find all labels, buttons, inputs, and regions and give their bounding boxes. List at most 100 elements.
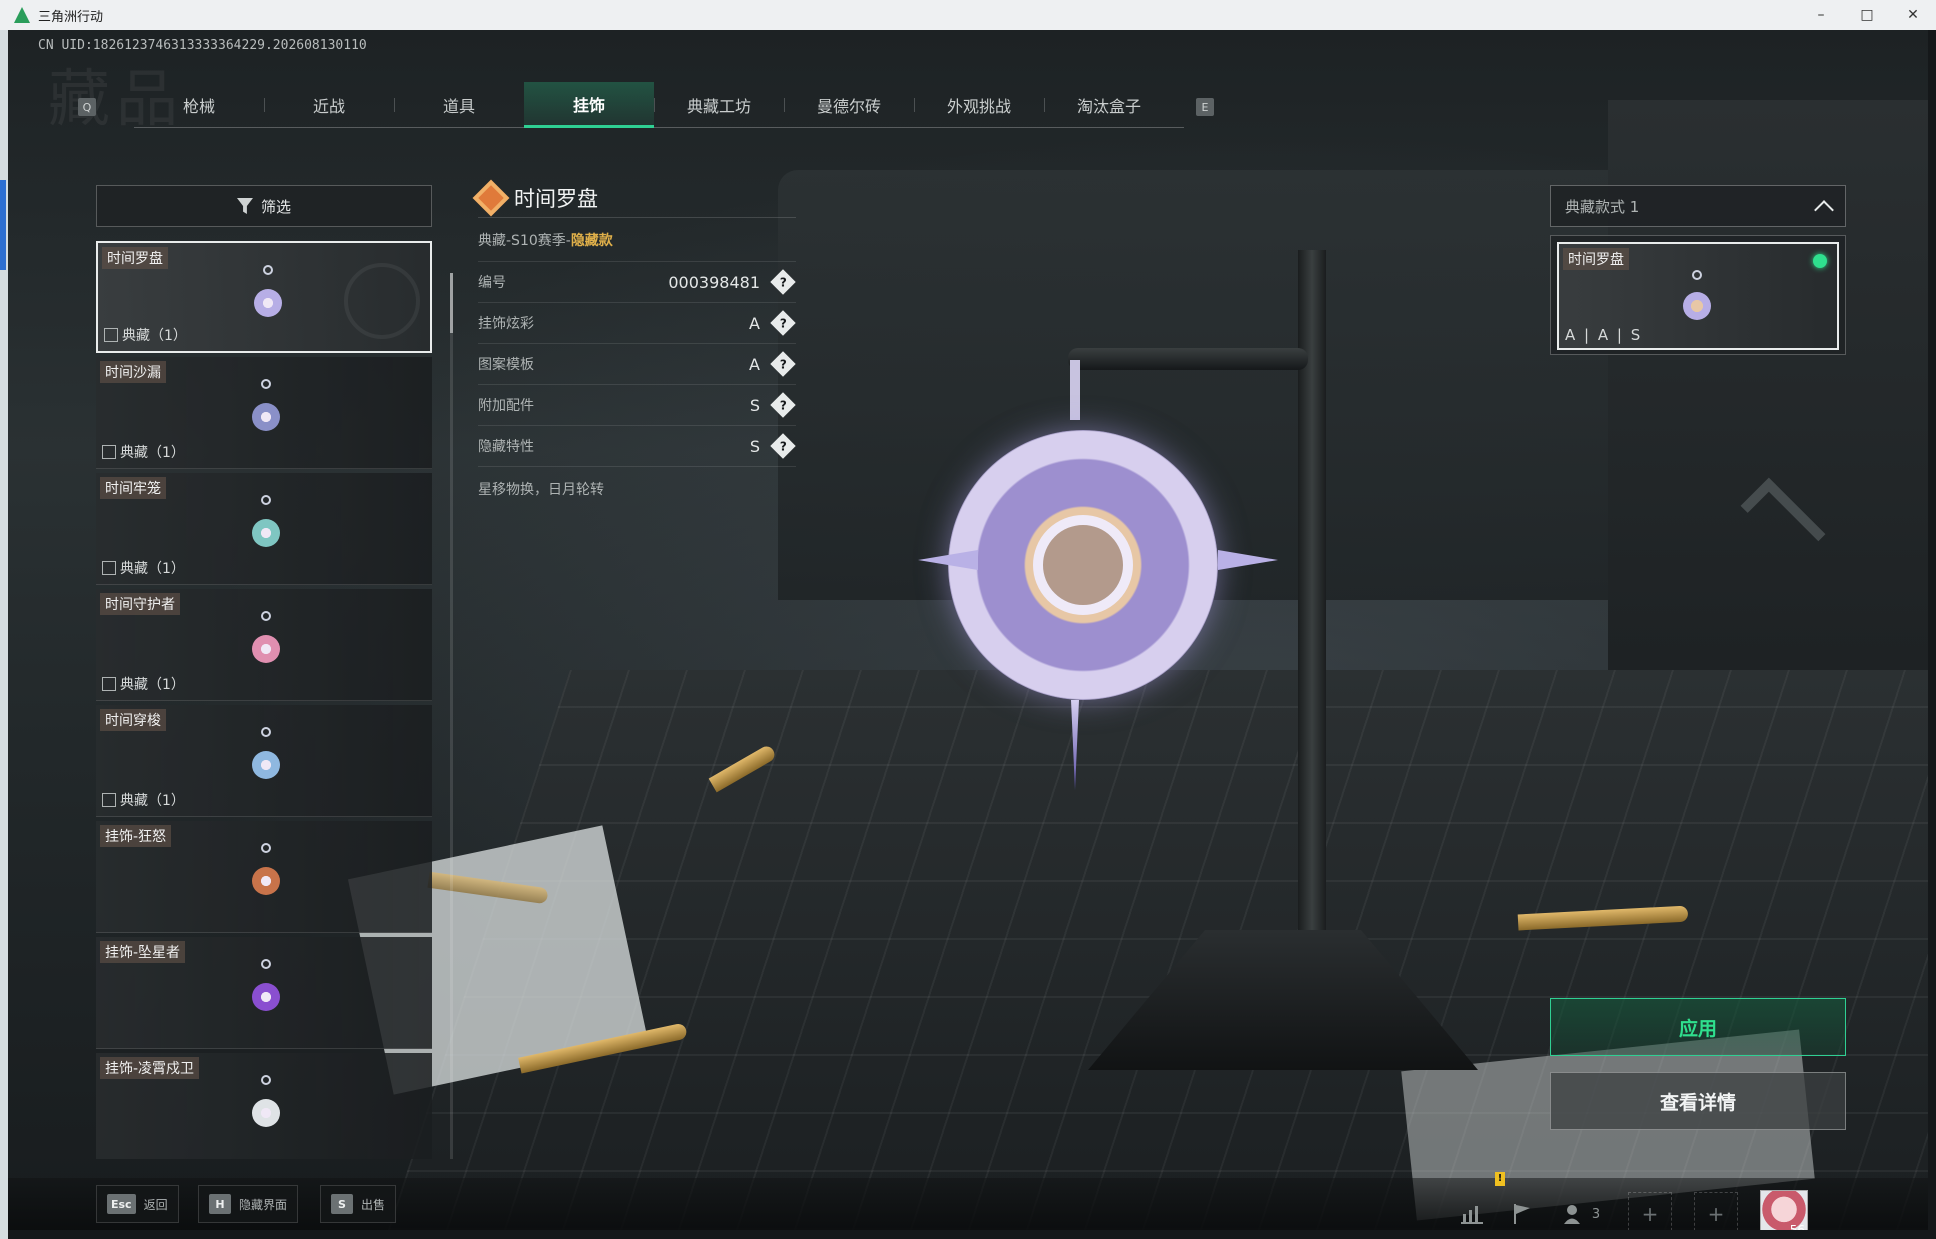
tab-mandel-bricks[interactable]: 曼德尔砖: [784, 82, 914, 128]
charm-thumbnail: [246, 727, 286, 797]
team-icon[interactable]: 3: [1558, 1200, 1606, 1228]
filter-label: 筛选: [260, 197, 291, 216]
collection-watermark-icon: [344, 263, 420, 339]
compass-spike-left: [918, 550, 978, 570]
compass-core: [1033, 515, 1133, 615]
help-glyph: ?: [779, 398, 787, 412]
collection-icon: [102, 445, 116, 459]
charm-list-item[interactable]: 挂饰-坠星者: [96, 937, 432, 1049]
window-titlebar: 三角洲行动 – □ ✕: [0, 0, 1936, 30]
charm-name: 时间守护者: [100, 593, 180, 615]
desktop-edge: [0, 30, 8, 1239]
collection-badge-label: 典藏（1）: [120, 445, 185, 461]
charm-name: 时间穿梭: [100, 709, 166, 731]
chevron-up-icon: [1814, 200, 1834, 220]
hint-sell[interactable]: S 出售: [320, 1185, 397, 1223]
tab-charms[interactable]: 挂饰: [524, 82, 654, 128]
tab-elimination-box[interactable]: 淘汰盒子: [1044, 82, 1174, 128]
series-prefix: 典藏-S10赛季-: [478, 232, 571, 249]
charm-thumbnail: [246, 1075, 286, 1145]
hint-hide-ui[interactable]: H 隐藏界面: [198, 1185, 299, 1223]
hint-key: S: [331, 1194, 353, 1214]
charm-list-item[interactable]: 时间牢笼 典藏（1）: [96, 473, 432, 585]
charm-thumbnail: [248, 265, 288, 335]
help-icon[interactable]: ?: [770, 433, 796, 459]
collection-badge: 典藏（1）: [102, 558, 185, 578]
style-card-name: 时间罗盘: [1563, 248, 1629, 270]
attribute-value: S: [749, 395, 760, 415]
add-teammate-slot[interactable]: +: [1628, 1192, 1672, 1230]
charm-3d-preview[interactable]: [918, 360, 1278, 790]
view-details-button[interactable]: 查看详情: [1550, 1072, 1846, 1130]
bar-chart-icon[interactable]: [1458, 1200, 1486, 1228]
game-viewport: CN UID:1826123746313333364229.2026081301…: [8, 30, 1928, 1230]
flag-icon[interactable]: [1508, 1200, 1536, 1228]
attribute-label: 附加配件: [478, 398, 534, 414]
tab-melee[interactable]: 近战: [264, 82, 394, 128]
player-avatar[interactable]: 56: [1760, 1190, 1808, 1230]
charm-name: 时间罗盘: [102, 247, 168, 269]
help-glyph: ?: [779, 439, 787, 453]
charm-name: 挂饰-凌霄戍卫: [100, 1057, 200, 1079]
help-icon[interactable]: ?: [770, 392, 796, 418]
help-glyph: ?: [779, 275, 787, 289]
collection-badge: 典藏（1）: [102, 790, 185, 810]
attribute-label: 隐藏特性: [478, 439, 534, 455]
charm-list: 时间罗盘 典藏（1） 时间沙漏 典藏（1） 时间牢笼 典藏（1） 时间守护者 典藏（1） 时间穿…: [96, 241, 436, 1159]
equipped-indicator-icon: [1813, 254, 1827, 268]
tab-appearance-challenge[interactable]: 外观挑战: [914, 82, 1044, 128]
collection-icon: [102, 561, 116, 575]
minimize-button[interactable]: –: [1798, 0, 1844, 30]
filter-button[interactable]: 筛选: [96, 185, 432, 227]
tab-collection-workshop[interactable]: 典藏工坊: [654, 82, 784, 128]
attribute-value: 000398481: [668, 272, 760, 292]
charm-list-item[interactable]: 时间沙漏 典藏（1）: [96, 357, 432, 469]
help-icon[interactable]: ?: [770, 269, 796, 295]
series-highlight: 隐藏款: [570, 232, 613, 249]
detail-series: 典藏-S10赛季- 隐藏款: [478, 218, 796, 262]
charm-list-item[interactable]: 挂饰-凌霄戍卫: [96, 1053, 432, 1159]
collection-badge: 典藏（1）: [102, 674, 185, 694]
tab-items[interactable]: 道具: [394, 82, 524, 128]
charm-thumbnail: [246, 843, 286, 913]
detail-attribute-row: 附加配件 S?: [478, 385, 796, 426]
display-stand-arm: [1068, 348, 1308, 370]
warning-icon: !: [1495, 1172, 1505, 1186]
apply-button[interactable]: 应用: [1550, 998, 1846, 1056]
charm-list-item[interactable]: 时间守护者典藏（1）: [96, 589, 432, 701]
detail-attribute-rows: 编号 000398481? 挂饰炫彩 A? 图案模板 A? 附加配件 S? 隐藏特性 S?: [478, 262, 796, 467]
category-tabs: 枪械 近战 道具 挂饰 典藏工坊 曼德尔砖 外观挑战 淘汰盒子: [134, 82, 1184, 128]
attribute-value: A: [749, 313, 760, 333]
style-dropdown[interactable]: 典藏款式 1: [1550, 185, 1846, 227]
collection-icon: [102, 677, 116, 691]
detail-header: 时间罗盘: [472, 178, 796, 218]
charm-name: 挂饰-狂怒: [100, 825, 172, 847]
charm-thumbnail: [246, 495, 286, 565]
attribute-value: A: [749, 354, 760, 374]
collection-badge-label: 典藏（1）: [120, 677, 185, 693]
system-icons: 3 + + 56: [1458, 1190, 1808, 1230]
tab-firearms[interactable]: 枪械: [134, 82, 264, 128]
prev-tab-key[interactable]: Q: [78, 98, 96, 116]
maximize-button[interactable]: □: [1844, 0, 1890, 30]
scrollbar-thumb[interactable]: [450, 273, 453, 333]
help-icon[interactable]: ?: [770, 351, 796, 377]
charm-list-scrollbar[interactable]: [450, 273, 453, 1159]
desktop-edge-highlight: [0, 180, 6, 270]
charm-list-item[interactable]: 时间罗盘典藏（1）: [96, 241, 432, 353]
add-teammate-slot[interactable]: +: [1694, 1192, 1738, 1230]
hint-key: Esc: [107, 1194, 136, 1214]
charm-chain: [1070, 360, 1080, 420]
hint-back[interactable]: Esc 返回: [96, 1185, 179, 1223]
style-option-card[interactable]: 时间罗盘 A | A | S: [1550, 235, 1846, 355]
next-tab-key[interactable]: E: [1196, 98, 1214, 116]
game-window: 三角洲行动 – □ ✕ CN UID:182612374631333336422…: [0, 0, 1936, 1239]
help-glyph: ?: [779, 357, 787, 371]
close-button[interactable]: ✕: [1890, 0, 1936, 30]
app-icon: [14, 7, 30, 23]
charm-list-item[interactable]: 时间穿梭典藏（1）: [96, 705, 432, 817]
help-icon[interactable]: ?: [770, 310, 796, 336]
charm-list-item[interactable]: 挂饰-狂怒: [96, 821, 432, 933]
collection-badge-label: 典藏（1）: [122, 328, 187, 344]
collection-badge: 典藏（1）: [102, 442, 185, 462]
